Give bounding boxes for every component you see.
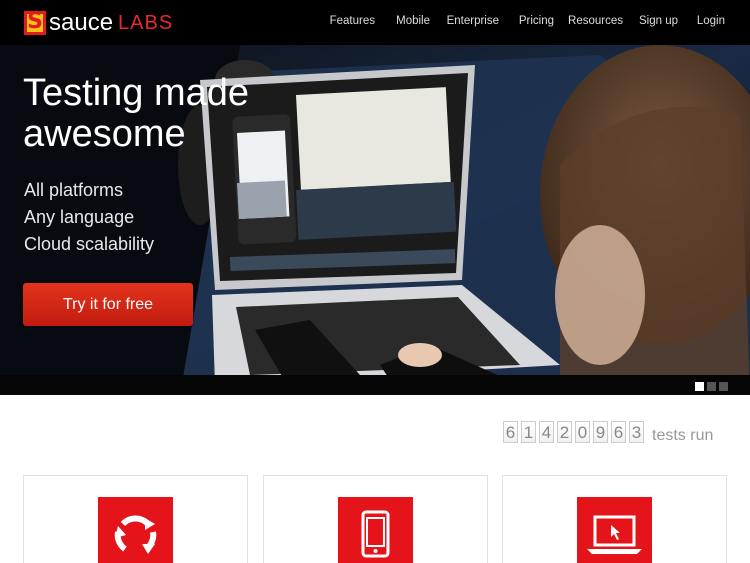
sauce-labs-logo[interactable]: S sauce LABS [24, 9, 173, 37]
counter-label: tests run [652, 427, 714, 444]
logo-labs-text: LABS [118, 11, 174, 34]
tagline-language: Any language [24, 207, 135, 227]
counter-digit: 9 [593, 421, 608, 443]
logo-mark-icon: S [24, 9, 46, 35]
counter-digit: 6 [611, 421, 626, 443]
hero-banner: Testing made awesome All platforms Any l… [0, 45, 750, 395]
tests-run-counter: 6 1 4 2 0 9 6 3 tests run [503, 421, 713, 444]
tagline-scalability: Cloud scalability [24, 234, 155, 254]
counter-digit: 6 [503, 421, 518, 443]
slide-dot-3[interactable] [719, 382, 728, 391]
nav-features[interactable]: Features [330, 15, 375, 27]
counter-digit: 4 [539, 421, 554, 443]
nav-pricing[interactable]: Pricing [519, 15, 554, 27]
slide-dot-2[interactable] [707, 382, 716, 391]
tablet-icon [338, 497, 413, 563]
feature-card-mobile[interactable] [263, 475, 488, 563]
tagline-platforms: All platforms [24, 180, 124, 200]
refresh-icon [98, 497, 173, 563]
nav-enterprise[interactable]: Enterprise [447, 15, 499, 27]
slide-indicator [695, 382, 728, 391]
counter-digit: 1 [521, 421, 536, 443]
counter-digit: 3 [629, 421, 644, 443]
feature-card-desktop[interactable] [502, 475, 727, 563]
counter-digit: 2 [557, 421, 572, 443]
try-free-button[interactable]: Try it for free [23, 283, 193, 326]
nav-sign-up[interactable]: Sign up [639, 15, 678, 27]
nav-resources[interactable]: Resources [568, 15, 623, 27]
slide-dot-1[interactable] [695, 382, 704, 391]
site-header: S sauce LABS Features Mobile Enterprise … [0, 0, 750, 45]
counter-digit: 0 [575, 421, 590, 443]
hero-title: Testing made awesome [23, 72, 250, 155]
nav-mobile[interactable]: Mobile [396, 15, 430, 27]
logo-sauce-text: sauce [49, 9, 114, 36]
hero-tagline-list: All platforms Any language Cloud scalabi… [24, 177, 154, 258]
nav-login[interactable]: Login [697, 15, 725, 27]
laptop-icon [577, 497, 652, 563]
feature-card-cross-browser[interactable] [23, 475, 248, 563]
